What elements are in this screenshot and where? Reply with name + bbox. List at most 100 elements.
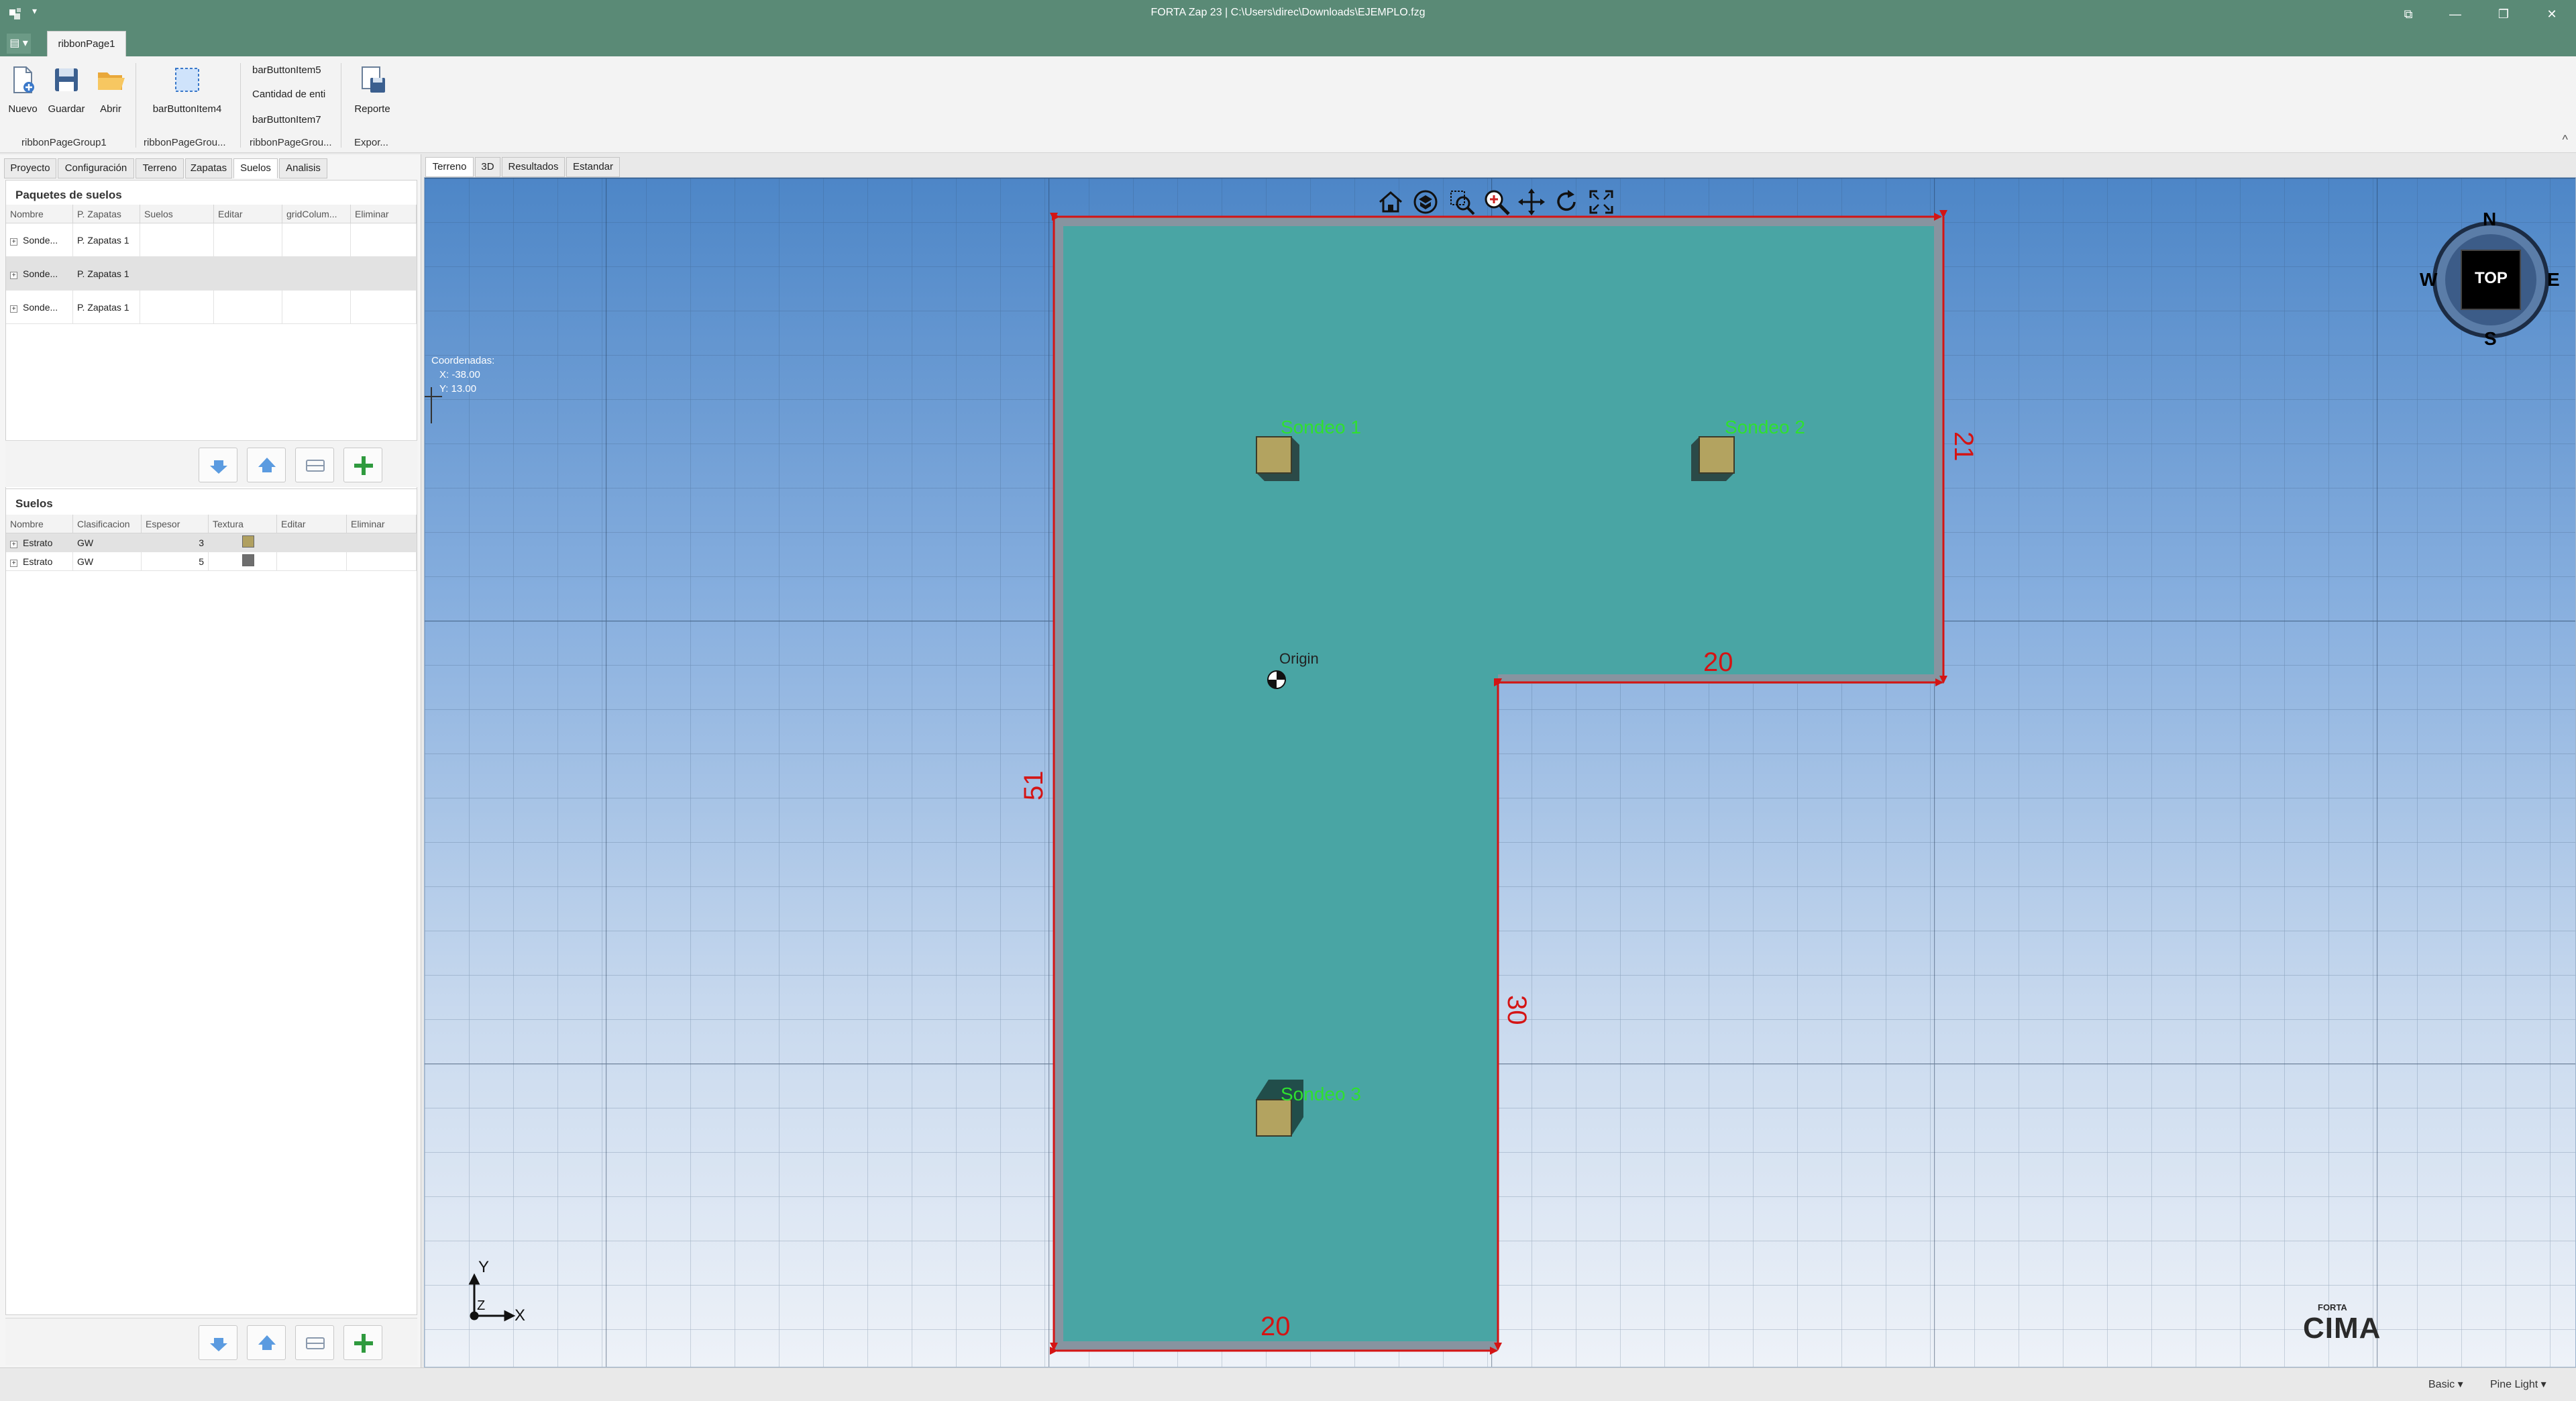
- table-row[interactable]: + Sonde... P. Zapatas 1: [6, 291, 417, 324]
- tab-terreno-view[interactable]: Terreno: [425, 157, 474, 177]
- cell-zapatas: P. Zapatas 1: [73, 223, 140, 256]
- tab-resultados[interactable]: Resultados: [502, 157, 565, 177]
- column-header[interactable]: Eliminar: [351, 205, 417, 223]
- pan-icon[interactable]: [1517, 187, 1546, 217]
- cell-editar[interactable]: [214, 223, 282, 256]
- move-down-button[interactable]: [199, 1325, 237, 1360]
- report-save-icon: [362, 66, 385, 93]
- cell-eliminar[interactable]: [347, 552, 417, 570]
- sondeo-1-marker[interactable]: [1256, 436, 1299, 481]
- cell-editar[interactable]: [277, 533, 347, 552]
- cell-zapatas: P. Zapatas 1: [73, 291, 140, 323]
- add-button[interactable]: [343, 448, 382, 482]
- cell-nombre: + Sonde...: [6, 257, 73, 290]
- zoom-icon[interactable]: [1482, 187, 1511, 217]
- view-compass[interactable]: TOP N S E W: [2417, 206, 2565, 354]
- abrir-button[interactable]: Abrir: [93, 64, 129, 115]
- compass-north[interactable]: N: [2483, 209, 2496, 230]
- ribbon-tab-page1[interactable]: ribbonPage1: [47, 31, 126, 56]
- table-row[interactable]: + Estrato GW 3: [6, 533, 417, 552]
- column-header[interactable]: Eliminar: [347, 515, 417, 533]
- save-icon: [55, 68, 78, 91]
- rotate-icon[interactable]: [1552, 187, 1581, 217]
- dimension-label: 20: [1260, 1312, 1291, 1341]
- column-header[interactable]: Textura: [209, 515, 277, 533]
- restore-layout-button[interactable]: ⧉: [2395, 4, 2422, 24]
- column-header[interactable]: Editar: [277, 515, 347, 533]
- expand-icon[interactable]: +: [10, 238, 17, 246]
- fullscreen-icon[interactable]: [1587, 187, 1616, 217]
- remove-button[interactable]: [295, 1325, 334, 1360]
- table-row[interactable]: + Sonde... P. Zapatas 1: [6, 223, 417, 257]
- ribbon-group-label: ribbonPageGrou...: [144, 137, 226, 148]
- cell-suelos[interactable]: [140, 223, 214, 256]
- cell-textura[interactable]: [209, 533, 277, 552]
- close-button[interactable]: ✕: [2538, 4, 2565, 24]
- home-view-icon[interactable]: [1376, 187, 1405, 217]
- column-header[interactable]: P. Zapatas: [73, 205, 140, 223]
- cell-eliminar[interactable]: [347, 533, 417, 552]
- maximize-button[interactable]: ❐: [2490, 4, 2517, 24]
- bar-button-item5[interactable]: barButtonItem5: [252, 64, 321, 76]
- remove-button[interactable]: [295, 448, 334, 482]
- column-header[interactable]: Nombre: [6, 515, 73, 533]
- expand-icon[interactable]: +: [10, 560, 17, 567]
- compass-top[interactable]: TOP: [2475, 269, 2508, 288]
- cell-editar[interactable]: [214, 291, 282, 323]
- app-menu-button[interactable]: ▤ ▾: [7, 34, 31, 54]
- table-row[interactable]: + Estrato GW 5: [6, 552, 417, 571]
- compass-east[interactable]: E: [2547, 269, 2560, 291]
- scene-canvas[interactable]: [425, 178, 2576, 1367]
- bar-button-item4[interactable]: barButtonItem4: [144, 64, 231, 115]
- tab-suelos[interactable]: Suelos: [233, 158, 278, 178]
- reporte-button[interactable]: Reporte: [349, 64, 396, 115]
- cell-eliminar[interactable]: [351, 257, 417, 290]
- compass-south[interactable]: S: [2484, 328, 2497, 350]
- minimize-button[interactable]: —: [2442, 4, 2469, 24]
- view-cube-icon[interactable]: [1411, 187, 1440, 217]
- suelos-section: Suelos Nombre Clasificacion Espesor Text…: [5, 488, 417, 1315]
- guardar-button[interactable]: Guardar: [44, 64, 89, 115]
- nuevo-button[interactable]: Nuevo: [5, 64, 40, 115]
- ribbon-collapse-button[interactable]: ^: [2563, 133, 2568, 147]
- table-row[interactable]: + Sonde... P. Zapatas 1: [6, 257, 417, 291]
- cell-eliminar[interactable]: [351, 291, 417, 323]
- tab-configuracion[interactable]: Configuración: [58, 158, 134, 178]
- tab-zapatas[interactable]: Zapatas: [185, 158, 232, 178]
- move-up-button[interactable]: [247, 448, 286, 482]
- column-header[interactable]: gridColum...: [282, 205, 351, 223]
- expand-icon[interactable]: +: [10, 305, 17, 313]
- view-mode-dropdown[interactable]: Basic ▾: [2428, 1378, 2463, 1391]
- cell-suelos[interactable]: [140, 257, 214, 290]
- cantidad-entidades-button[interactable]: Cantidad de enti: [252, 89, 325, 100]
- expand-icon[interactable]: +: [10, 541, 17, 548]
- column-header[interactable]: Editar: [214, 205, 282, 223]
- cell-editar[interactable]: [277, 552, 347, 570]
- tab-proyecto[interactable]: Proyecto: [4, 158, 56, 178]
- suelos-title: Suelos: [15, 497, 53, 510]
- cell-suelos[interactable]: [140, 291, 214, 323]
- bar-button-item7[interactable]: barButtonItem7: [252, 114, 321, 125]
- tab-terreno[interactable]: Terreno: [136, 158, 184, 178]
- cell-eliminar[interactable]: [351, 223, 417, 256]
- paquetes-grid-header: Nombre P. Zapatas Suelos Editar gridColu…: [6, 205, 417, 223]
- tab-analisis[interactable]: Analisis: [279, 158, 327, 178]
- theme-dropdown[interactable]: Pine Light ▾: [2490, 1378, 2546, 1391]
- column-header[interactable]: Suelos: [140, 205, 214, 223]
- column-header[interactable]: Nombre: [6, 205, 73, 223]
- add-button[interactable]: [343, 1325, 382, 1360]
- expand-icon[interactable]: +: [10, 272, 17, 279]
- viewport-3d[interactable]: Coordenadas: X: -38.00 Y: 13.00 TOP N S …: [424, 177, 2576, 1367]
- tab-3d[interactable]: 3D: [475, 157, 500, 177]
- zoom-extents-icon[interactable]: [1447, 187, 1477, 217]
- cell-textura[interactable]: [209, 552, 277, 570]
- move-down-button[interactable]: [199, 448, 237, 482]
- compass-west[interactable]: W: [2420, 269, 2437, 291]
- column-header[interactable]: Clasificacion: [73, 515, 142, 533]
- move-up-button[interactable]: [247, 1325, 286, 1360]
- sondeo-3-label: Sondeo 3: [1281, 1084, 1361, 1104]
- cell-editar[interactable]: [214, 257, 282, 290]
- tab-estandar[interactable]: Estandar: [566, 157, 620, 177]
- column-header[interactable]: Espesor: [142, 515, 209, 533]
- sondeo-2-marker[interactable]: [1691, 436, 1735, 481]
